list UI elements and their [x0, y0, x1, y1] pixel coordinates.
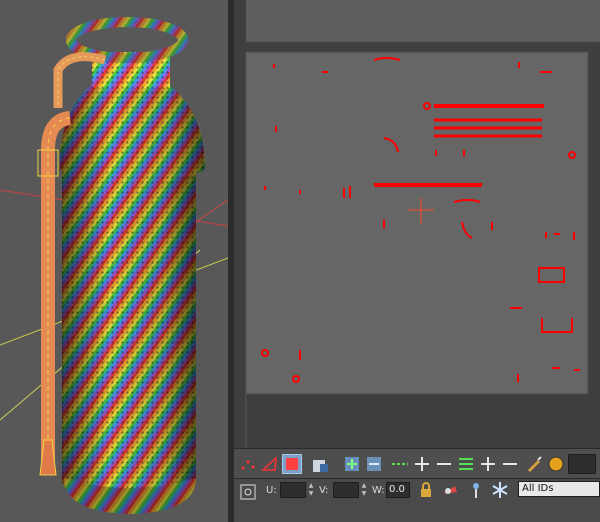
w-label: W:: [372, 485, 385, 496]
uv-editor-panel[interactable]: [234, 0, 600, 448]
edge-icon[interactable]: [260, 454, 280, 474]
tank-body: [59, 17, 206, 514]
lock-icon[interactable]: [416, 480, 436, 500]
shrink-icon[interactable]: [364, 454, 384, 474]
pivot-icon[interactable]: [466, 480, 486, 500]
u-spinner-arrows[interactable]: ▲ ▼: [307, 482, 315, 498]
w-field[interactable]: 0.0: [386, 482, 410, 498]
3d-viewport[interactable]: [0, 0, 228, 522]
freeform-icon[interactable]: [238, 482, 258, 502]
face-icon[interactable]: [282, 454, 302, 474]
falloff-field[interactable]: [568, 454, 596, 474]
uv-toolbar-selection: [234, 448, 600, 478]
loop-grow-icon[interactable]: [478, 454, 498, 474]
ring-grow-icon[interactable]: [412, 454, 432, 474]
ring-shrink-icon[interactable]: [434, 454, 454, 474]
vertex-icon[interactable]: [238, 454, 258, 474]
v-spinner-arrows[interactable]: ▲ ▼: [360, 482, 368, 498]
loop-icon[interactable]: [456, 454, 476, 474]
viewport-scene: [0, 17, 228, 514]
soft-selection-icon[interactable]: [546, 454, 566, 474]
paint-select-icon[interactable]: [524, 454, 544, 474]
snap-icon[interactable]: [490, 480, 510, 500]
v-label: V:: [319, 485, 329, 496]
uv-canvas[interactable]: [234, 0, 600, 448]
id-filter-dropdown[interactable]: All IDs: [518, 481, 600, 497]
grow-icon[interactable]: [342, 454, 362, 474]
ring-icon[interactable]: [390, 454, 410, 474]
v-field[interactable]: [333, 482, 359, 498]
loop-shrink-icon[interactable]: [500, 454, 520, 474]
u-field[interactable]: [280, 482, 306, 498]
u-label: U:: [266, 485, 277, 496]
element-icon[interactable]: [310, 454, 330, 474]
show-map-icon[interactable]: [440, 480, 460, 500]
